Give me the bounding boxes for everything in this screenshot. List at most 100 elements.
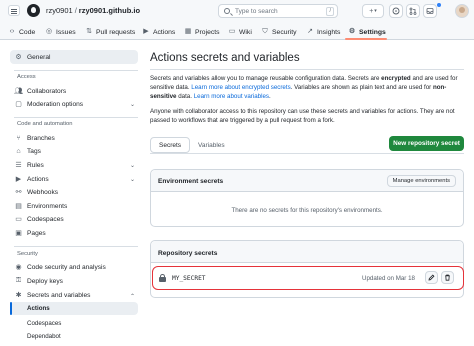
tab-pull-requests[interactable]: ⇅ Pull requests: [85, 26, 135, 38]
sidebar-subitem-actions[interactable]: Actions: [27, 302, 50, 314]
webhook-icon: ⚯: [15, 189, 22, 196]
breadcrumb-owner[interactable]: rzy0901: [46, 6, 73, 15]
sidebar-item-label: Secrets and variables: [27, 291, 91, 299]
key-icon: ⚿: [15, 277, 22, 284]
menu-icon[interactable]: [8, 5, 20, 16]
sidebar-item-label: Moderation options: [27, 100, 84, 108]
tab-code[interactable]: ‹› Code: [8, 26, 36, 38]
codescan-icon: ◉: [15, 264, 22, 271]
tab-issues-label: Issues: [56, 28, 76, 36]
avatar[interactable]: [455, 4, 469, 18]
sidebar-item-label: Deploy keys: [27, 277, 63, 285]
sidebar-item-webhooks[interactable]: ⚯ Webhooks: [14, 186, 58, 198]
environment-secrets-box: Environment secrets Manage environments …: [150, 169, 464, 227]
sidebar-item-collaborators[interactable]: 👥︎ Collaborators: [14, 85, 66, 97]
tab-actions[interactable]: ▶ Actions: [142, 26, 175, 38]
tab-settings[interactable]: ⚙ Settings: [348, 26, 386, 38]
tab-code-label: Code: [19, 28, 36, 36]
collaborator-paragraph: Anyone with collaborator access to this …: [150, 108, 455, 124]
intro-text: . Variables are shown as plain text and …: [290, 84, 433, 91]
chevron-down-icon: ▾: [374, 8, 377, 14]
intro-bold-encrypted: encrypted: [381, 75, 411, 82]
tab-settings-label: Settings: [359, 28, 386, 36]
sidebar-item-moderation[interactable]: ▢ Moderation options ⌄: [14, 98, 135, 110]
edit-secret-button[interactable]: [425, 271, 438, 284]
sidebar-item-label: Codespaces: [27, 215, 64, 223]
active-item-indicator: [10, 302, 12, 315]
search-placeholder: Type to search: [235, 7, 278, 15]
active-tab-indicator: [345, 38, 387, 40]
sidebar-item-label: Rules: [27, 161, 44, 169]
sidebar-item-deploy-keys[interactable]: ⚿ Deploy keys: [14, 275, 63, 287]
repository-nav: ‹› Code ◎ Issues ⇅ Pull requests ▶ Actions ▦…: [0, 22, 474, 40]
trash-icon: [445, 274, 450, 281]
tab-secrets[interactable]: Secrets: [150, 137, 191, 153]
sidebar-item-label: Pages: [27, 229, 46, 237]
breadcrumb-separator: /: [74, 6, 77, 15]
sidebar-item-branches[interactable]: ⑂ Branches: [14, 132, 54, 144]
tab-wiki-label: Wiki: [239, 28, 252, 36]
sidebar-item-codespaces[interactable]: ▭ Codespaces: [14, 213, 64, 225]
tab-projects[interactable]: ▦ Projects: [184, 26, 220, 38]
tab-security[interactable]: ⛉ Security: [261, 26, 296, 38]
tag-icon: ⌂: [16, 147, 21, 155]
issues-icon-button[interactable]: [389, 4, 403, 18]
graph-icon: ↗: [307, 28, 313, 35]
tab-pull-requests-label: Pull requests: [96, 28, 136, 36]
tab-issues[interactable]: ◎ Issues: [45, 26, 76, 38]
comment-icon: ▢: [15, 101, 22, 108]
rules-icon: ☰: [15, 162, 22, 169]
sidebar-item-environments[interactable]: ▤ Environments: [14, 200, 67, 212]
sidebar-heading-access: Access: [17, 74, 36, 80]
tab-projects-label: Projects: [195, 28, 220, 36]
learn-variables-link[interactable]: Learn more about variables: [194, 93, 269, 100]
github-logo-icon[interactable]: [27, 4, 40, 17]
sidebar-item-actions[interactable]: ▶ Actions ⌄: [14, 173, 135, 185]
sidebar-divider: [14, 70, 138, 71]
chevron-up-icon: ⌃: [130, 294, 136, 300]
sidebar-subitem-dependabot[interactable]: Dependabot: [27, 330, 61, 342]
sidebar-divider: [14, 117, 138, 118]
pull-request-icon: ⇅: [86, 28, 92, 35]
sidebar-item-label: Environments: [27, 202, 68, 210]
environment-secrets-empty: There are no secrets for this repository…: [231, 207, 383, 214]
notifications-icon-button[interactable]: [423, 4, 437, 18]
sidebar-item-code-security[interactable]: ◉ Code security and analysis: [14, 261, 105, 273]
sidebar-divider: [14, 246, 138, 247]
pull-requests-icon-button[interactable]: [406, 4, 420, 18]
sidebar-subitem-codespaces[interactable]: Codespaces: [27, 317, 61, 329]
manage-environments-button[interactable]: Manage environments: [386, 175, 456, 187]
sidebar-item-label: Webhooks: [27, 188, 59, 196]
create-new-button[interactable]: + ▾: [362, 4, 384, 18]
breadcrumb-repo[interactable]: rzy0901.github.io: [79, 6, 140, 15]
tab-actions-label: Actions: [153, 28, 176, 36]
delete-secret-button[interactable]: [441, 271, 454, 284]
tab-variables[interactable]: Variables: [190, 137, 233, 153]
chevron-down-icon: ⌄: [130, 162, 136, 169]
inbox-icon: [426, 8, 434, 14]
sidebar-item-label: General: [27, 53, 51, 61]
sidebar-item-label: Collaborators: [27, 87, 67, 95]
tab-wiki[interactable]: ▭ Wiki: [228, 26, 252, 38]
table-icon: ▦: [184, 28, 192, 35]
new-repository-secret-button[interactable]: New repository secret: [389, 136, 464, 151]
asterisk-icon: ✱: [15, 292, 22, 299]
intro-text: data.: [176, 93, 194, 100]
search-shortcut-key: /: [326, 7, 334, 16]
server-icon: ▤: [15, 203, 22, 210]
sidebar-item-secrets-variables[interactable]: ✱ Secrets and variables: [14, 289, 91, 301]
repository-secrets-header: Repository secrets: [151, 241, 463, 263]
sidebar-item-tags[interactable]: ⌂ Tags: [14, 145, 41, 157]
issue-opened-icon: [392, 7, 400, 15]
git-branch-icon: ⑂: [16, 134, 21, 142]
search-input[interactable]: Type to search /: [218, 4, 338, 18]
learn-encrypted-secrets-link[interactable]: Learn more about encrypted secrets: [191, 84, 290, 91]
people-icon: 👥︎: [14, 88, 23, 95]
secret-name: MY_SECRET: [172, 275, 206, 282]
sidebar-item-general[interactable]: ⚙ General: [14, 51, 50, 63]
play-icon: ▶: [15, 176, 22, 183]
sidebar-item-pages[interactable]: ▣ Pages: [14, 227, 46, 239]
tab-insights[interactable]: ↗ Insights: [306, 26, 340, 38]
play-icon: ▶: [143, 28, 149, 35]
sidebar-item-rules[interactable]: ☰ Rules ⌄: [14, 159, 135, 171]
